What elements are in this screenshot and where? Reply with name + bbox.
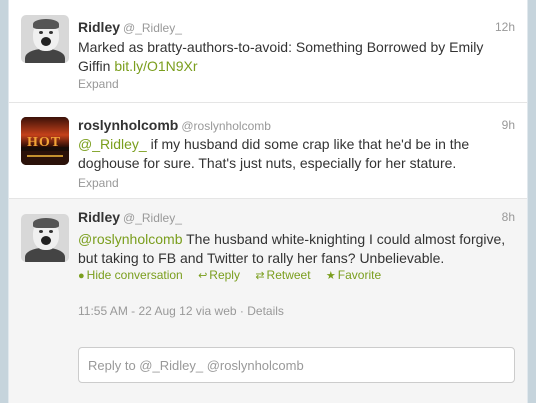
- reply-input[interactable]: Reply to @_Ridley_ @roslynholcomb: [78, 347, 515, 383]
- tweet-item[interactable]: HOT roslynholcomb @roslynholcomb 9h @_Rid…: [9, 103, 527, 199]
- tweet-timestamp[interactable]: 8h: [502, 210, 515, 224]
- timeline-panel: Ridley @_Ridley_ 12h Marked as bratty-aut…: [8, 0, 528, 403]
- avatar[interactable]: [21, 214, 69, 262]
- tweet-item[interactable]: Ridley @_Ridley_ 12h Marked as bratty-aut…: [9, 0, 527, 103]
- user-handle[interactable]: @_Ridley_: [123, 21, 182, 35]
- speech-bubble-icon: ●: [78, 270, 85, 282]
- expand-link[interactable]: Expand: [78, 176, 119, 190]
- avatar[interactable]: HOT: [21, 117, 69, 165]
- hide-conversation-label: Hide conversation: [86, 268, 183, 282]
- reply-arrow-icon: ↩: [198, 270, 208, 282]
- avatar-eye-shape: [49, 31, 53, 34]
- user-name[interactable]: Ridley: [78, 209, 120, 225]
- avatar-cover-title: HOT: [27, 135, 62, 150]
- retweet-button[interactable]: ⇄ Retweet: [255, 268, 310, 282]
- details-separator: ·: [236, 304, 248, 318]
- reply-button[interactable]: ↩ Reply: [198, 268, 240, 282]
- avatar-body-shape: [25, 248, 65, 262]
- avatar-eye-shape: [39, 230, 43, 233]
- tweet-header: Ridley @_Ridley_ 12h: [78, 19, 515, 37]
- tweet-link[interactable]: bit.ly/O1N9Xr: [114, 58, 197, 74]
- mention-link[interactable]: @roslynholcomb: [78, 231, 182, 247]
- star-icon: ★: [325, 270, 336, 282]
- favorite-button[interactable]: ★ Favorite: [326, 268, 381, 282]
- user-name[interactable]: roslynholcomb: [78, 117, 178, 133]
- expand-link[interactable]: Expand: [78, 77, 119, 91]
- retweet-icon: ⇄: [255, 270, 265, 282]
- tweet-text: Marked as bratty-authors-to-avoid: Somet…: [78, 38, 518, 76]
- tweet-item-expanded[interactable]: Ridley @_Ridley_ 8h @roslynholcomb The hu…: [9, 199, 527, 403]
- reply-placeholder: Reply to @_Ridley_ @roslynholcomb: [88, 358, 304, 373]
- reply-label: Reply: [209, 268, 240, 282]
- user-handle[interactable]: @roslynholcomb: [181, 119, 271, 133]
- tweet-text: @roslynholcomb The husband white-knighti…: [78, 230, 518, 268]
- avatar-mouth-shape: [41, 236, 51, 245]
- avatar-cover-strip: [27, 155, 63, 157]
- avatar-mouth-shape: [41, 37, 51, 46]
- mention-link[interactable]: @_Ridley_: [78, 136, 147, 152]
- tweet-timestamp[interactable]: 9h: [502, 118, 515, 132]
- avatar-body-shape: [25, 49, 65, 63]
- tweet-actions: ● Hide conversation ↩ Reply ⇄ Retweet ★ Favo…: [78, 268, 393, 282]
- user-handle[interactable]: @_Ridley_: [123, 211, 182, 225]
- avatar-eye-shape: [49, 230, 53, 233]
- avatar-hair-shape: [33, 218, 59, 228]
- avatar-hair-shape: [33, 19, 59, 29]
- avatar-cover-bottom: [21, 151, 69, 165]
- avatar-eye-shape: [39, 31, 43, 34]
- tweet-timestamp[interactable]: 12h: [495, 20, 515, 34]
- hide-conversation-button[interactable]: ● Hide conversation: [78, 268, 183, 282]
- avatar[interactable]: [21, 15, 69, 63]
- favorite-label: Favorite: [337, 268, 382, 282]
- tweet-header: Ridley @_Ridley_ 8h: [78, 209, 515, 227]
- tweet-header: roslynholcomb @roslynholcomb 9h: [78, 117, 515, 135]
- tweet-details: 11:55 AM - 22 Aug 12 via web · Details: [78, 304, 284, 318]
- tweet-text: @_Ridley_ if my husband did some crap li…: [78, 135, 518, 173]
- user-name[interactable]: Ridley: [78, 19, 120, 35]
- retweet-label: Retweet: [266, 268, 311, 282]
- details-link[interactable]: Details: [247, 304, 284, 318]
- tweet-datetime[interactable]: 11:55 AM - 22 Aug 12 via web: [78, 304, 237, 318]
